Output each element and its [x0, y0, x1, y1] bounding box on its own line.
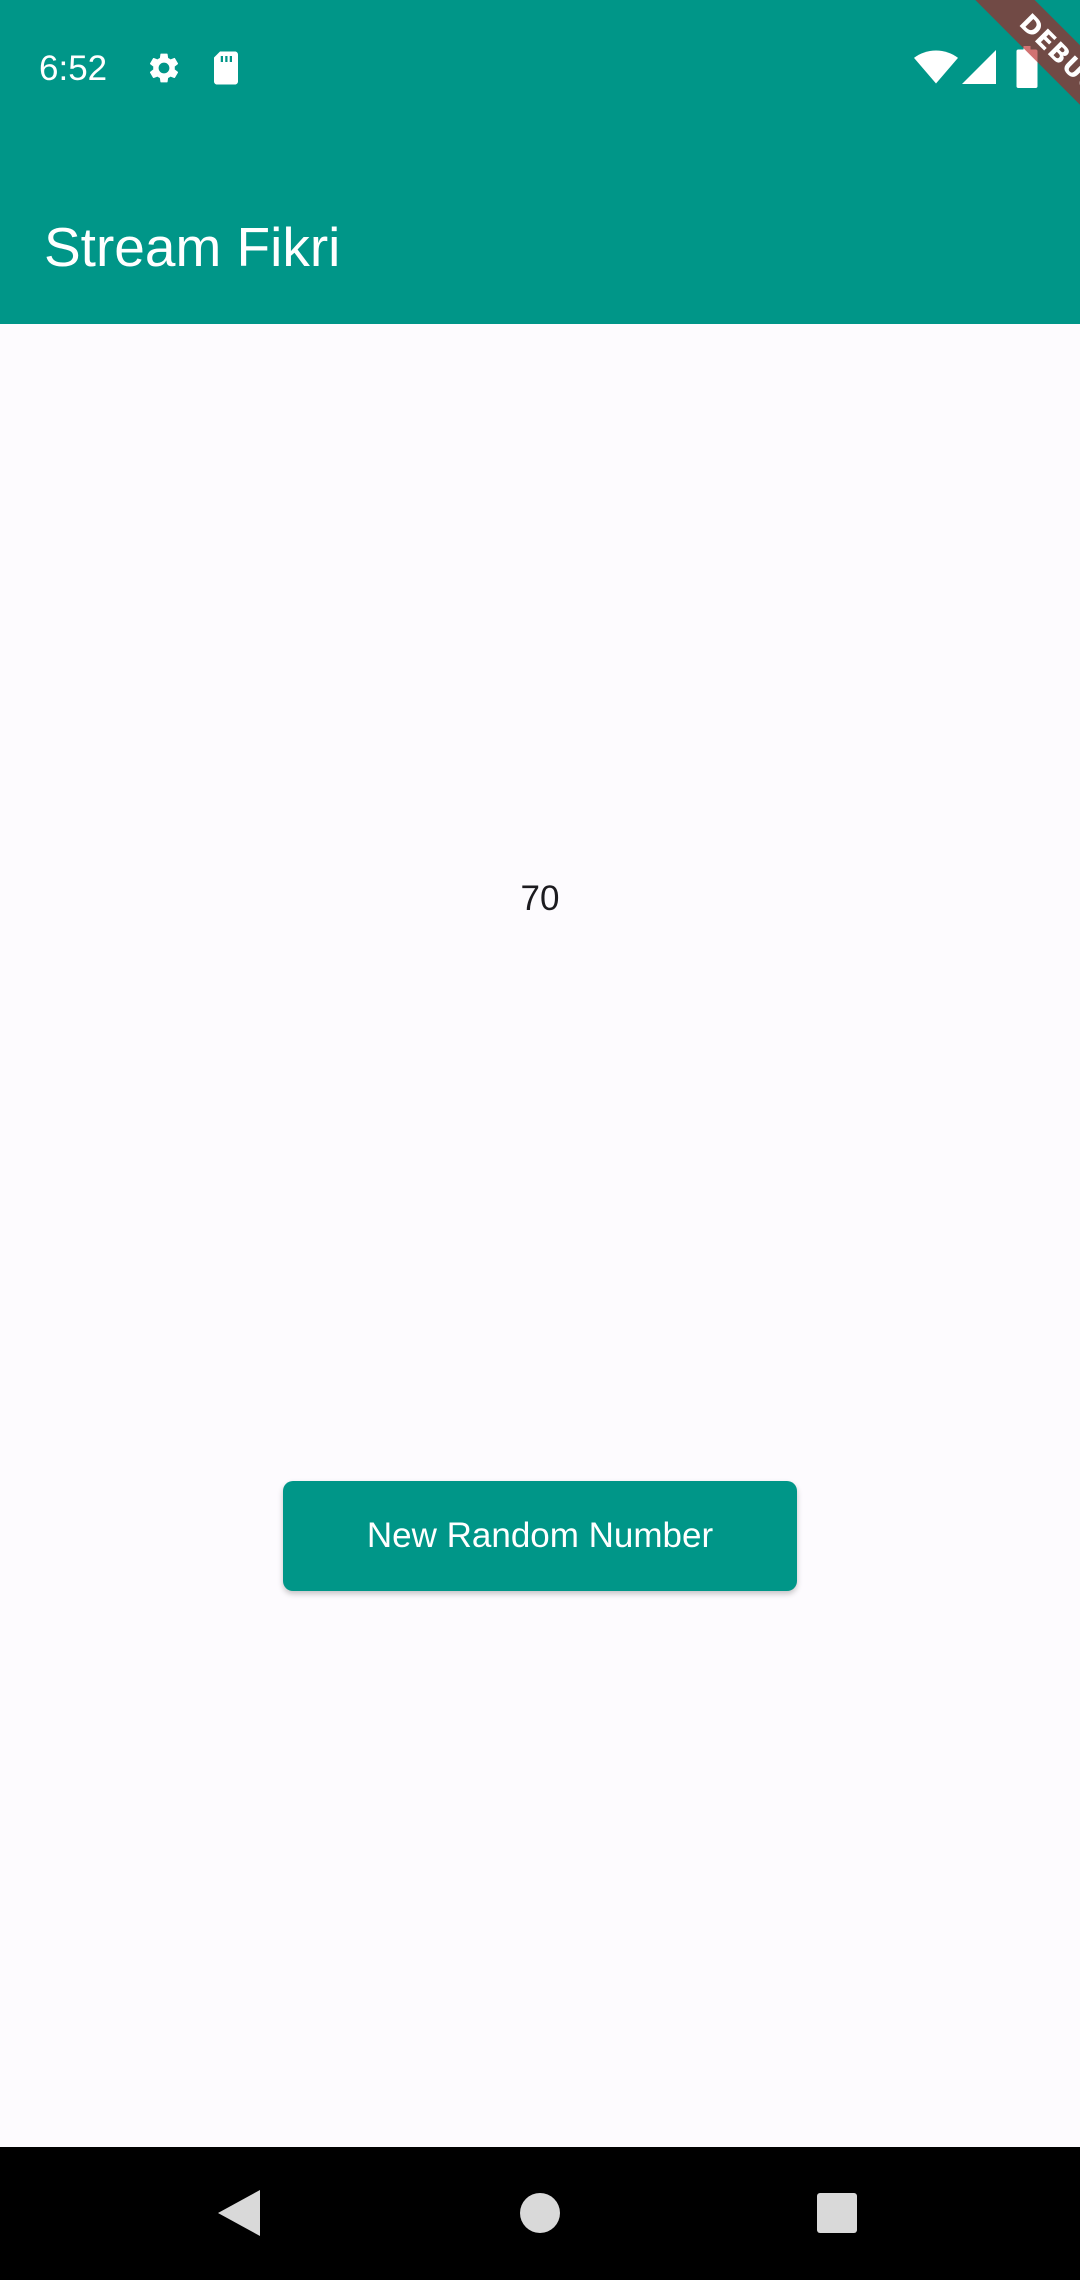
- signal-icon: [962, 50, 996, 84]
- home-icon[interactable]: [520, 2193, 560, 2233]
- new-random-number-button[interactable]: New Random Number: [283, 1481, 797, 1591]
- back-icon[interactable]: [218, 2190, 260, 2236]
- page-title: Stream Fikri: [44, 216, 341, 278]
- sd-card-icon: [214, 51, 238, 85]
- wifi-icon: [914, 50, 958, 84]
- battery-icon: [1016, 46, 1038, 88]
- gear-icon: [149, 53, 179, 83]
- recents-icon[interactable]: [817, 2193, 857, 2233]
- status-time: 6:52: [39, 49, 108, 88]
- system-navigation-bar: [0, 2147, 1080, 2280]
- random-number-display: 70: [520, 879, 560, 918]
- status-bar: 6:52: [0, 0, 1080, 135]
